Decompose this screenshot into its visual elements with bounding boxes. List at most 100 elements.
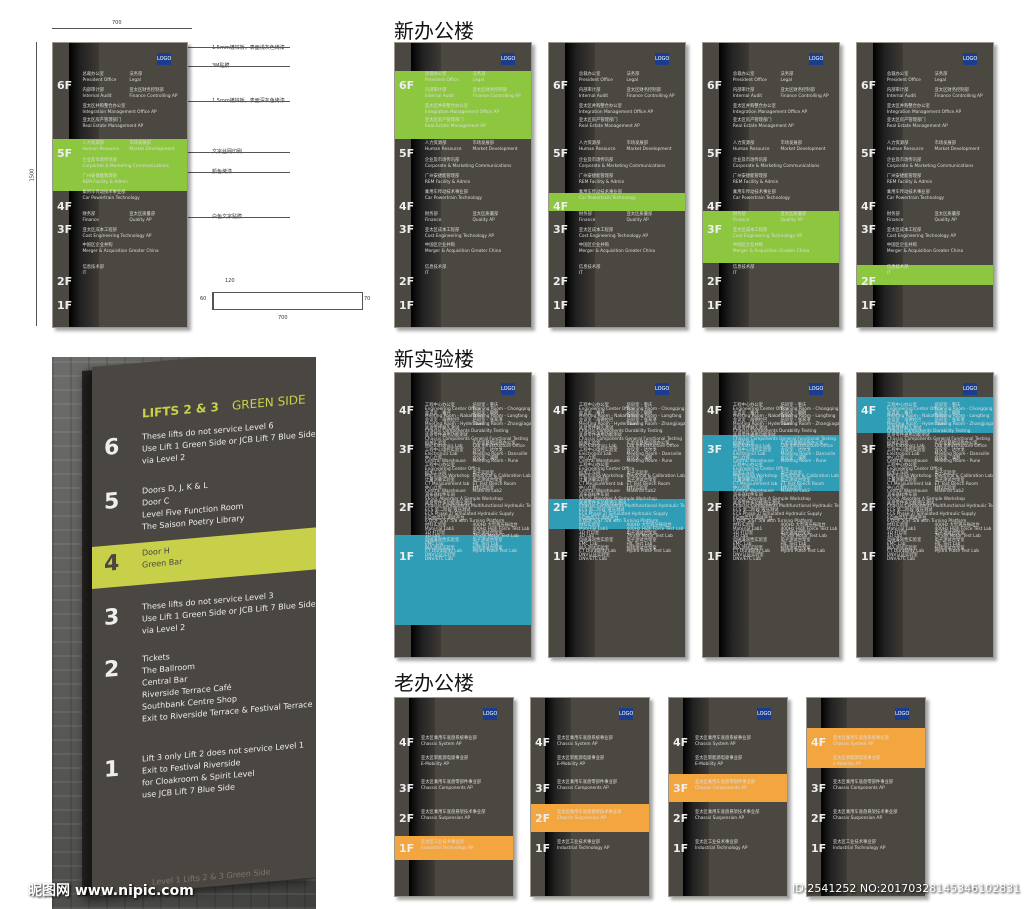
sign-title-side: GREEN SIDE [232, 392, 306, 413]
section-dim-60: 60 [200, 296, 207, 302]
board-text: Integration Management Office AP [424, 110, 500, 115]
board-text: Internal Audit [82, 94, 112, 99]
board-text: DNV/ETC Lab [732, 556, 762, 562]
logo-badge: LOGO [483, 708, 497, 720]
board-text: 信息技术部 [886, 265, 909, 270]
board-text: Finance [82, 218, 99, 223]
level-line: via Level 2 [142, 622, 186, 636]
section-dim-120: 120 [225, 278, 235, 284]
floor-label: 6F [399, 79, 415, 92]
board-text: DNV/ETC Lab [424, 556, 454, 562]
board-text: 亚太区乘用车底盘零部件事业部 [556, 780, 618, 785]
board-text: Industrial Technology AP [420, 846, 474, 851]
board-text: Corporate & Marketing Communications [886, 164, 974, 169]
board-text: Car Powertrain Technology [82, 196, 140, 201]
board-text: Chassis System AP [832, 742, 874, 747]
board-text: 市场发展部 [129, 141, 151, 146]
office_board-board: LOGO 6F 5F 4F 3F 2F 1F 总裁办公室 法务部 President Office… [394, 42, 532, 328]
board-text: Car Powertrain Technology [886, 196, 945, 201]
board-gradient [545, 698, 572, 896]
level-line: Doors D, J, K & L [142, 480, 208, 496]
floor-label: 3F [861, 223, 877, 236]
old_board-board: LOGO 4F 3F 2F 1F 亚太区乘用车底盘系统事业部 Chassis System … [668, 697, 788, 897]
board-text: 亚太区乘用车底盘系统事业部 [420, 736, 477, 741]
board-text: Chassis Components AP [832, 786, 885, 791]
board-text: Finance [424, 218, 442, 223]
floor-label: 4F [861, 404, 877, 417]
lift-sign-photo: LIFTS 2 & 3 GREEN SIDE 6 These lifts do n… [52, 357, 316, 909]
board-text: E-Mobility AP [832, 762, 861, 767]
board-text: 亚太区质量部 [129, 212, 156, 217]
board-text: Hydro Pulse Test Lab [472, 549, 517, 554]
board-text: 亚太区乘用车底盘系统事业部 [556, 736, 613, 741]
board-text: 亚太区新能源电驱事业部 [832, 756, 881, 761]
board-text: E-Mobility AP [420, 762, 449, 767]
board-text: President Office [424, 78, 459, 83]
board-text: 亚太区并购整合办公室 [424, 104, 468, 109]
board-text: Market Development [472, 147, 518, 152]
lift-directory-sign: LIFTS 2 & 3 GREEN SIDE 6 These lifts do n… [92, 357, 316, 897]
board-text: 内部审计部 [82, 88, 104, 93]
level-number: 4 [104, 550, 120, 577]
board-text: Quality AP [472, 218, 495, 223]
board-text: Training Room - Zhangjiagang [626, 421, 686, 427]
floor-label: 1F [861, 299, 877, 312]
logo-badge: LOGO [157, 53, 171, 65]
board-text: 信息技术部 [82, 265, 104, 270]
board-text: 亚太区乘用车底盘悬架技术事业部 [832, 810, 898, 815]
board-text: Integration Management Office AP [82, 110, 157, 115]
board-text: 亚太区房产管理部门 [578, 118, 618, 123]
floor-label: 3F [707, 223, 723, 236]
section-title-new-office: 新办公楼 [394, 19, 474, 43]
floor-label: 1F [399, 299, 415, 312]
level-line: via Level 2 [142, 452, 186, 466]
board-text: 亚太区财务控制部 [626, 88, 661, 93]
logo-badge: LOGO [655, 383, 669, 395]
old_board-board: LOGO 4F 3F 2F 1F 亚太区乘用车底盘系统事业部 Chassis System … [530, 697, 650, 897]
floor-label: 6F [57, 79, 73, 92]
board-text: 市场发展部 [934, 141, 956, 146]
floor-label: 4F [553, 200, 569, 213]
floor-label: 2F [399, 501, 415, 514]
floor-label: 4F [399, 404, 415, 417]
logo-badge: LOGO [619, 708, 633, 720]
board-text: 亚太区成本工程部 [424, 228, 460, 233]
board-text: Cost Engineering Technology AP [424, 234, 494, 239]
board-text: 财务部 [82, 212, 96, 217]
logo-badge: LOGO [757, 708, 771, 720]
floor-label: 1F [399, 842, 415, 855]
board-text: Real Estate Management AP [424, 124, 486, 129]
board-text: Chassis System AP [556, 742, 598, 747]
board-text: Quality AP [129, 218, 152, 223]
board-text: 亚太区财务控制部 [934, 88, 969, 93]
board-text: 广州安捷能管理部 [732, 174, 768, 179]
board-text: 中国区企业并购 [732, 243, 763, 248]
watermark-right: ID:2541252 NO:20170328145346102831 [792, 882, 1021, 895]
board-text: IT [732, 271, 737, 276]
board-text: Merger & Acquisition Greater China [578, 249, 656, 254]
board-gradient [409, 698, 436, 896]
board-text: 亚太区乘用车底盘悬架技术事业部 [694, 810, 760, 815]
board-text: 亚太区房产管理部门 [424, 118, 464, 123]
board-text: Merger & Acquisition Greater China [424, 249, 502, 254]
board-text: Quality AP [780, 218, 803, 223]
board-text: 人力资源部 [578, 141, 601, 146]
floor-label: 1F [553, 550, 569, 563]
board-text: Chassis Components AP [694, 786, 747, 791]
board-text: 亚太区质量部 [780, 212, 807, 217]
board-text: Material Lab2 [472, 489, 502, 494]
board-text: Market Development [129, 147, 175, 152]
old_board-board: LOGO 4F 3F 2F 1F 亚太区乘用车底盘系统事业部 Chassis System … [806, 697, 926, 897]
board-text: Integration Management Office AP [732, 110, 808, 115]
cross-section-profile [212, 292, 363, 310]
board-text: President Office [886, 78, 921, 83]
board-text: IT [578, 271, 583, 276]
board-text: 亚太区房产管理部门 [886, 118, 926, 123]
board-text: Car Powertrain Technology [578, 196, 637, 201]
board-text: 广州安捷能管理部 [82, 174, 117, 179]
board-text: Chassis Suspension AP [694, 816, 745, 821]
board-text: Merger & Acquisition Greater China [886, 249, 964, 254]
board-text: Market Development [934, 147, 980, 152]
diagram-width-label: 700 [112, 20, 122, 26]
board-text: President Office [578, 78, 613, 83]
